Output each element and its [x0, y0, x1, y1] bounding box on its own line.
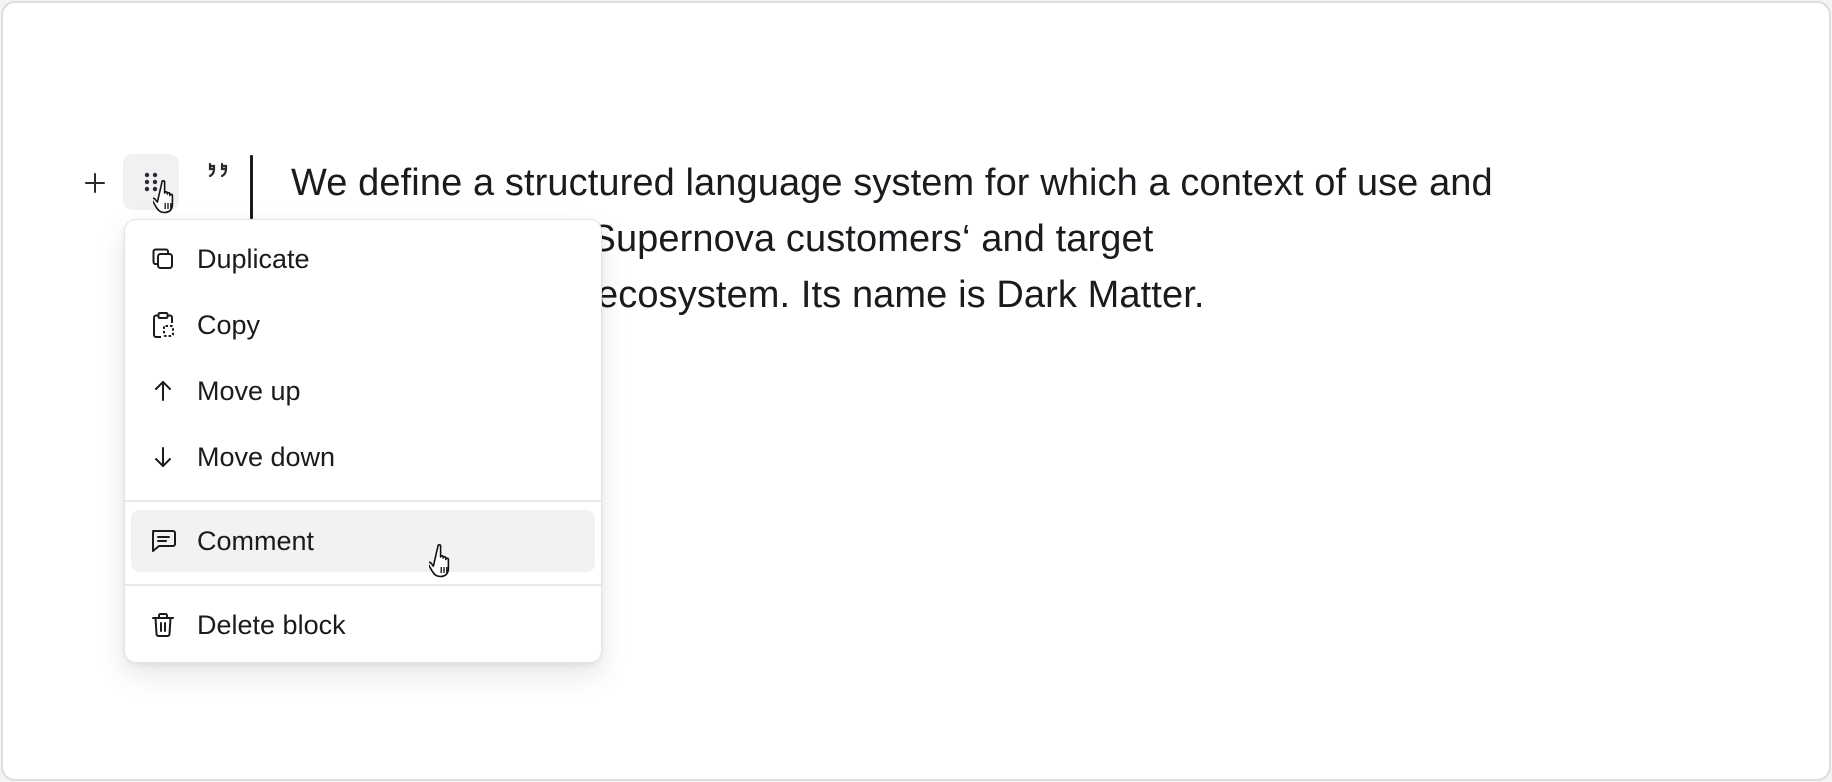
menu-item-comment[interactable]: Comment: [131, 510, 595, 572]
menu-divider: [125, 584, 601, 586]
menu-item-label: Copy: [197, 309, 261, 340]
menu-item-duplicate[interactable]: Duplicate: [131, 228, 595, 290]
block-type-quote[interactable]: [201, 153, 237, 189]
quote-icon: [208, 162, 228, 178]
menu-item-label: Move down: [197, 441, 336, 472]
duplicate-icon: [147, 243, 179, 275]
menu-item-label: Delete block: [197, 609, 346, 640]
menu-divider: [125, 500, 601, 502]
menu-item-label: Comment: [197, 525, 315, 556]
drag-handle-icon: [144, 172, 158, 192]
comment-icon: [147, 525, 179, 557]
menu-item-label: Duplicate: [197, 243, 310, 274]
plus-icon: [85, 173, 105, 193]
menu-item-label: Move up: [197, 375, 301, 406]
quote-border: [250, 155, 253, 219]
menu-item-move-up[interactable]: Move up: [131, 360, 595, 422]
drag-handle-button[interactable]: [123, 154, 179, 210]
arrow-down-icon: [147, 441, 179, 473]
add-block-button[interactable]: [75, 161, 115, 205]
menu-item-delete-block[interactable]: Delete block: [131, 594, 595, 656]
editor-canvas: We define a structured language system f…: [1, 1, 1831, 781]
menu-item-move-down[interactable]: Move down: [131, 426, 595, 488]
trash-icon: [147, 609, 179, 641]
block-context-menu: Duplicate Copy Move up Move down Comment…: [124, 219, 602, 663]
arrow-up-icon: [147, 375, 179, 407]
clipboard-icon: [147, 309, 179, 341]
menu-item-copy[interactable]: Copy: [131, 294, 595, 356]
